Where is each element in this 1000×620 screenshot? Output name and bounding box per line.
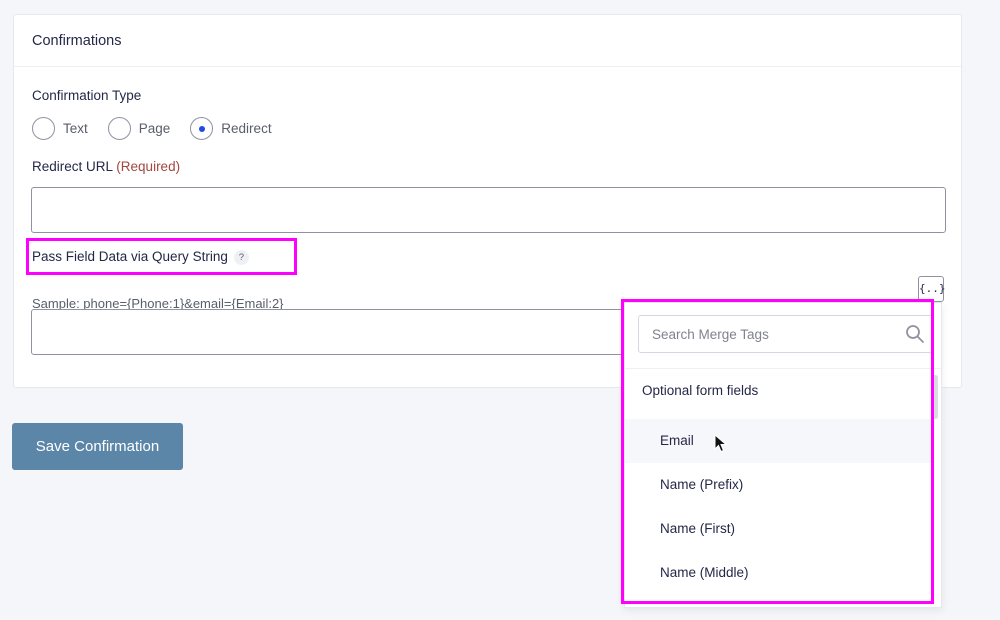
radio-redirect-circle[interactable] — [190, 117, 214, 140]
confirmation-type-label: Confirmation Type — [32, 88, 142, 103]
query-string-input[interactable] — [31, 309, 631, 355]
radio-redirect-label: Redirect — [221, 121, 272, 136]
radio-text-label: Text — [63, 121, 88, 136]
radio-text[interactable]: Text — [32, 117, 88, 140]
save-confirmation-button[interactable]: Save Confirmation — [12, 423, 183, 470]
radio-page[interactable]: Page — [107, 117, 171, 140]
radio-text-circle[interactable] — [32, 117, 55, 140]
highlight-annotation-label — [26, 238, 297, 275]
redirect-url-label-text: Redirect URL — [32, 159, 113, 174]
required-indicator: (Required) — [116, 159, 181, 174]
highlight-annotation-dropdown — [621, 299, 934, 604]
redirect-url-input[interactable] — [31, 187, 946, 233]
radio-page-circle[interactable] — [107, 117, 131, 140]
radio-page-label: Page — [138, 121, 171, 136]
redirect-url-label: Redirect URL (Required) — [32, 159, 180, 174]
panel-title: Confirmations — [14, 15, 961, 67]
radio-redirect[interactable]: Redirect — [190, 117, 272, 140]
confirmation-type-radio-group: Text Page Redirect — [32, 117, 292, 140]
mouse-cursor-icon — [714, 434, 728, 453]
